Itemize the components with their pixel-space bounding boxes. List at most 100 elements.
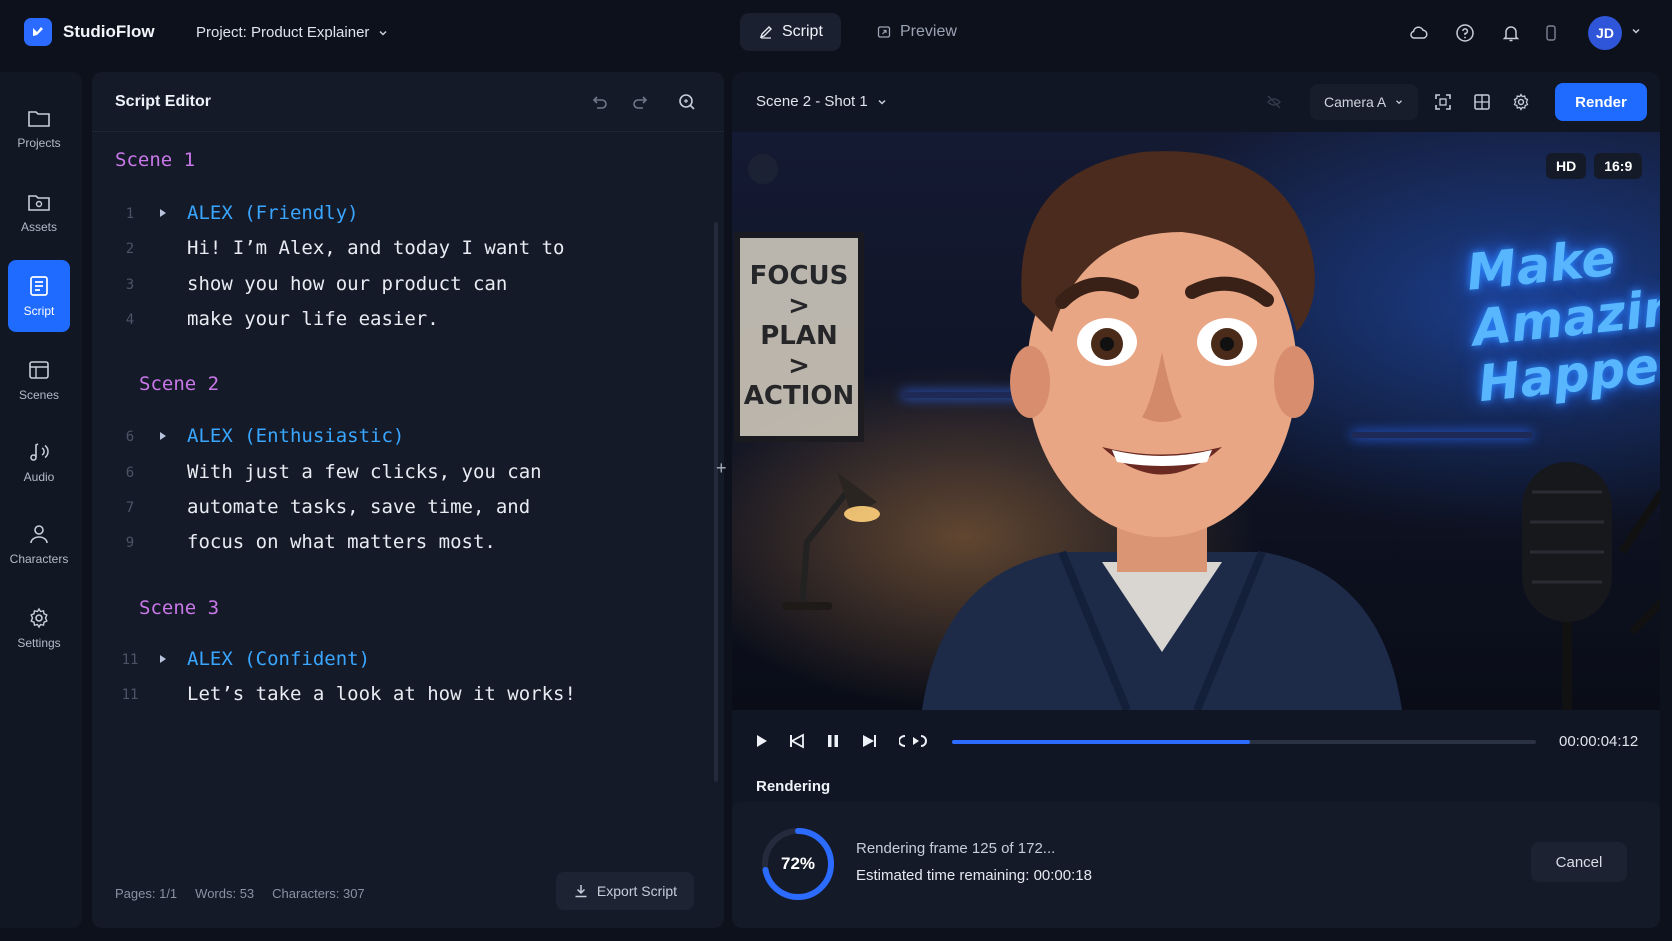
undo-icon[interactable] bbox=[587, 90, 611, 114]
dialogue-text: With just a few clicks, you can bbox=[187, 461, 542, 483]
sidebar-item-settings[interactable]: Settings bbox=[8, 592, 70, 664]
script-line[interactable]: 7 automate tasks, save time, and bbox=[92, 493, 712, 523]
split-handle-plus-icon[interactable]: + bbox=[716, 458, 727, 479]
editor-title: Script Editor bbox=[115, 93, 212, 110]
sidebar-item-label: Audio bbox=[23, 470, 55, 484]
poster-text: > bbox=[788, 291, 810, 322]
export-label: Export Script bbox=[596, 883, 678, 899]
sidebar-item-label: Characters bbox=[9, 552, 69, 566]
project-selector[interactable]: Project: Product Explainer bbox=[196, 24, 389, 41]
search-icon[interactable] bbox=[675, 90, 699, 114]
dialogue-text: automate tasks, save time, and bbox=[187, 496, 531, 518]
video-viewport[interactable]: FOCUS > PLAN > ACTION Make Amazing Happe… bbox=[732, 132, 1660, 710]
bell-icon[interactable] bbox=[1498, 20, 1524, 46]
tab-script-label: Script bbox=[782, 23, 823, 40]
sidebar-item-audio[interactable]: Audio bbox=[8, 426, 70, 498]
script-line[interactable]: 6 With just a few clicks, you can bbox=[92, 458, 712, 488]
play-icon[interactable] bbox=[750, 730, 772, 752]
skip-forward-icon[interactable] bbox=[858, 730, 880, 752]
export-script-button[interactable]: Export Script bbox=[556, 872, 694, 910]
cloud-icon[interactable] bbox=[1406, 20, 1432, 46]
skip-back-icon[interactable] bbox=[786, 730, 808, 752]
playback-controls: 00:00:04:12 bbox=[732, 710, 1660, 770]
sparkle-icon[interactable] bbox=[748, 154, 778, 184]
chevron-down-icon bbox=[878, 99, 886, 105]
editor-scrollbar[interactable] bbox=[714, 222, 718, 782]
scene-heading: Scene 2 bbox=[139, 373, 220, 395]
dialogue-text: make your life easier. bbox=[187, 308, 439, 330]
dialogue-text: Hi! I’m Alex, and today I want to bbox=[187, 237, 565, 259]
script-line[interactable]: 4 make your life easier. bbox=[92, 305, 712, 335]
help-icon[interactable] bbox=[1452, 20, 1478, 46]
quality-badge[interactable]: HD bbox=[1546, 153, 1587, 179]
poster-text: ACTION bbox=[743, 380, 855, 411]
timecode: 00:00:04:12 bbox=[1559, 733, 1639, 750]
tab-script[interactable]: Script bbox=[740, 13, 841, 51]
shot-label: Scene 2 - Shot 1 bbox=[756, 93, 868, 110]
tab-preview[interactable]: Preview bbox=[858, 13, 975, 51]
cancel-button[interactable]: Cancel bbox=[1531, 842, 1627, 882]
sidebar-item-characters[interactable]: Characters bbox=[8, 508, 70, 580]
gear-icon bbox=[30, 607, 48, 629]
sidebar-item-projects[interactable]: Projects bbox=[8, 92, 70, 164]
pencil-icon bbox=[759, 26, 772, 39]
aspect-badge[interactable]: 16:9 bbox=[1594, 153, 1643, 179]
line-number: 9 bbox=[125, 535, 135, 551]
sidebar-item-scenes[interactable]: Scenes bbox=[8, 344, 70, 416]
script-line[interactable]: 6 ALEX (Enthusiastic) bbox=[92, 422, 712, 452]
fit-frame-icon[interactable] bbox=[1431, 90, 1455, 114]
sidebar-item-script[interactable]: Script bbox=[8, 260, 70, 332]
line-number: 4 bbox=[125, 312, 135, 328]
download-icon bbox=[575, 885, 587, 898]
poster-text: PLAN bbox=[760, 321, 838, 352]
device-icon[interactable] bbox=[1538, 20, 1564, 46]
desk-lamp bbox=[782, 472, 880, 610]
character-marker-icon bbox=[160, 655, 166, 663]
script-line[interactable]: 1 ALEX (Friendly) bbox=[92, 199, 712, 229]
redo-icon[interactable] bbox=[629, 90, 653, 114]
viewport-badges: HD 16:9 bbox=[1546, 153, 1643, 179]
scene-heading: Scene 3 bbox=[139, 597, 220, 619]
script-line[interactable]: 11 ALEX (Confident) bbox=[92, 645, 712, 675]
script-line[interactable]: 9 focus on what matters most. bbox=[92, 528, 712, 558]
grid-layout-icon[interactable] bbox=[1470, 90, 1494, 114]
script-line[interactable]: 3 show you how our product can bbox=[92, 270, 712, 300]
dialogue-text: show you how our product can bbox=[187, 273, 508, 295]
timeline-scrubber[interactable] bbox=[952, 740, 1536, 744]
script-line[interactable]: 2 Hi! I’m Alex, and today I want to bbox=[92, 234, 712, 264]
hidden-icon[interactable] bbox=[1262, 90, 1286, 114]
script-line[interactable]: 11 Let’s take a look at how it works! bbox=[92, 680, 712, 710]
sidebar-item-label: Assets bbox=[20, 220, 57, 234]
line-number: 7 bbox=[125, 500, 135, 516]
audio-icon bbox=[30, 443, 49, 461]
neon-sign: Make Amazing Happen bbox=[1464, 220, 1660, 414]
line-number: 11 bbox=[121, 652, 139, 668]
shot-selector[interactable]: Scene 2 - Shot 1 bbox=[756, 93, 888, 110]
sidebar-item-label: Scenes bbox=[18, 388, 60, 402]
folder-icon bbox=[28, 111, 50, 127]
line-number: 2 bbox=[125, 241, 135, 257]
avatar[interactable]: JD bbox=[1588, 16, 1622, 50]
rendering-heading: Rendering bbox=[756, 778, 831, 795]
loop-icon[interactable] bbox=[898, 730, 930, 752]
character-marker-icon bbox=[160, 209, 166, 217]
sidebar-item-assets[interactable]: Assets bbox=[8, 176, 70, 248]
editor-footer: Pages: 1/1 Words: 53 Characters: 307 Exp… bbox=[92, 852, 724, 928]
sidebar-item-label: Settings bbox=[17, 636, 61, 650]
sidebar-item-label: Script bbox=[23, 304, 55, 318]
gear-icon[interactable] bbox=[1509, 90, 1533, 114]
sidebar-item-label: Projects bbox=[17, 136, 61, 150]
rendering-card: 72% Rendering frame 125 of 172... Estima… bbox=[732, 802, 1660, 928]
preview-panel: Scene 2 - Shot 1 Camera A Render FOCUS >… bbox=[732, 72, 1660, 928]
character-avatar bbox=[922, 151, 1402, 710]
script-content[interactable]: Scene 1 1 ALEX (Friendly) 2 Hi! I’m Alex… bbox=[92, 132, 724, 852]
pages-count: Pages: 1/1 bbox=[115, 886, 178, 901]
chevron-down-icon bbox=[379, 30, 387, 36]
microphone bbox=[1522, 462, 1660, 710]
pause-icon[interactable] bbox=[822, 730, 844, 752]
camera-selector[interactable]: Camera A bbox=[1310, 84, 1419, 120]
render-button[interactable]: Render bbox=[1555, 83, 1647, 121]
chevron-down-icon[interactable] bbox=[1630, 24, 1642, 42]
line-number: 11 bbox=[121, 687, 139, 703]
scenes-icon bbox=[29, 361, 49, 379]
